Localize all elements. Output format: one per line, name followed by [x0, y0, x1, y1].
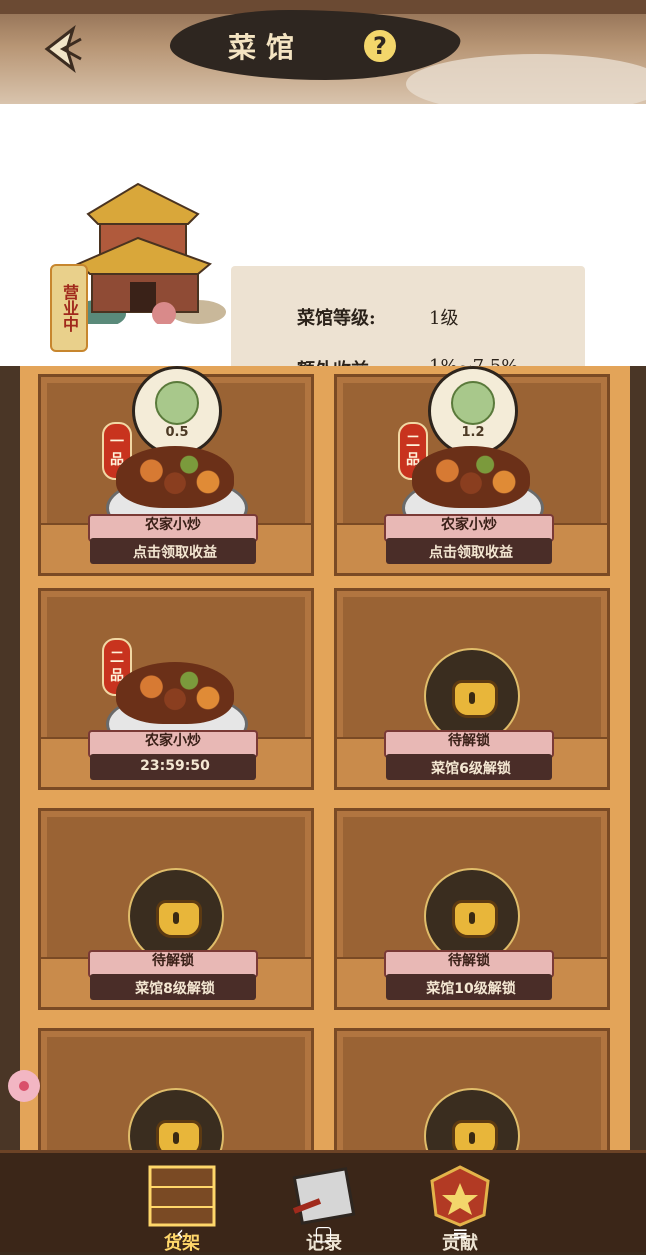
unlock-requirement: 菜馆8级解锁 — [135, 981, 215, 997]
help-icon[interactable]: ? — [362, 28, 398, 64]
dish-food-icon — [116, 446, 234, 508]
level-row: 菜馆等级: 1级 — [297, 304, 458, 330]
collect-income-button[interactable]: 点击领取收益 — [386, 542, 556, 562]
system-menu-icon[interactable]: ≡ — [452, 1221, 469, 1245]
coin-amount: 0.5 — [165, 425, 189, 440]
collect-income-button[interactable]: 点击领取收益 — [90, 542, 260, 562]
leaf-coin-icon — [451, 381, 495, 425]
dish-name: 农家小炒 — [145, 517, 201, 533]
shelf-area: 0.5 一品 农家小炒 点击领取收益 1.2 二品 农家小炒 点击领取收益 二品… — [0, 366, 646, 1249]
shelf-icon — [148, 1165, 216, 1227]
lock-status: 待解锁 — [448, 953, 490, 969]
system-back-icon[interactable]: ‹ — [176, 1221, 184, 1245]
bottom-nav: 货架 记录 贡献 ‹ ▢ ≡ — [0, 1150, 646, 1254]
plum-blossom-decoration — [8, 1070, 40, 1102]
scroll-icon — [292, 1167, 356, 1225]
leaf-coin-icon — [155, 381, 199, 425]
page-title: 菜馆 — [228, 31, 305, 64]
business-status-tag: 营业中 — [50, 264, 88, 352]
star-medal-icon — [430, 1165, 490, 1227]
income-coin-1[interactable]: 0.5 — [132, 366, 222, 456]
header-bar: 菜馆 ? — [0, 0, 646, 104]
unlock-requirement: 菜馆6级解锁 — [431, 761, 511, 777]
income-coin-2[interactable]: 1.2 — [428, 366, 518, 456]
dish-name: 农家小炒 — [441, 517, 497, 533]
cloud-decoration — [406, 54, 646, 104]
dish-food-icon — [412, 446, 530, 508]
lock-status: 待解锁 — [448, 733, 490, 749]
lock-status: 待解锁 — [152, 953, 194, 969]
system-home-icon[interactable]: ▢ — [314, 1221, 333, 1245]
level-label: 菜馆等级: — [297, 308, 376, 329]
dish-food-icon — [116, 662, 234, 724]
level-value: 1级 — [429, 308, 459, 329]
restaurant-info-panel: 营业中 ⬆ 升级 菜馆等级: 1级 额外收益: 1%~7.5% — [0, 104, 646, 420]
back-arrow-icon — [44, 24, 82, 74]
cooking-timer: 23:59:50 — [140, 758, 210, 774]
dish-name: 农家小炒 — [145, 733, 201, 749]
unlock-requirement: 菜馆10级解锁 — [426, 981, 516, 997]
back-button[interactable] — [32, 20, 92, 78]
coin-amount: 1.2 — [461, 425, 485, 440]
